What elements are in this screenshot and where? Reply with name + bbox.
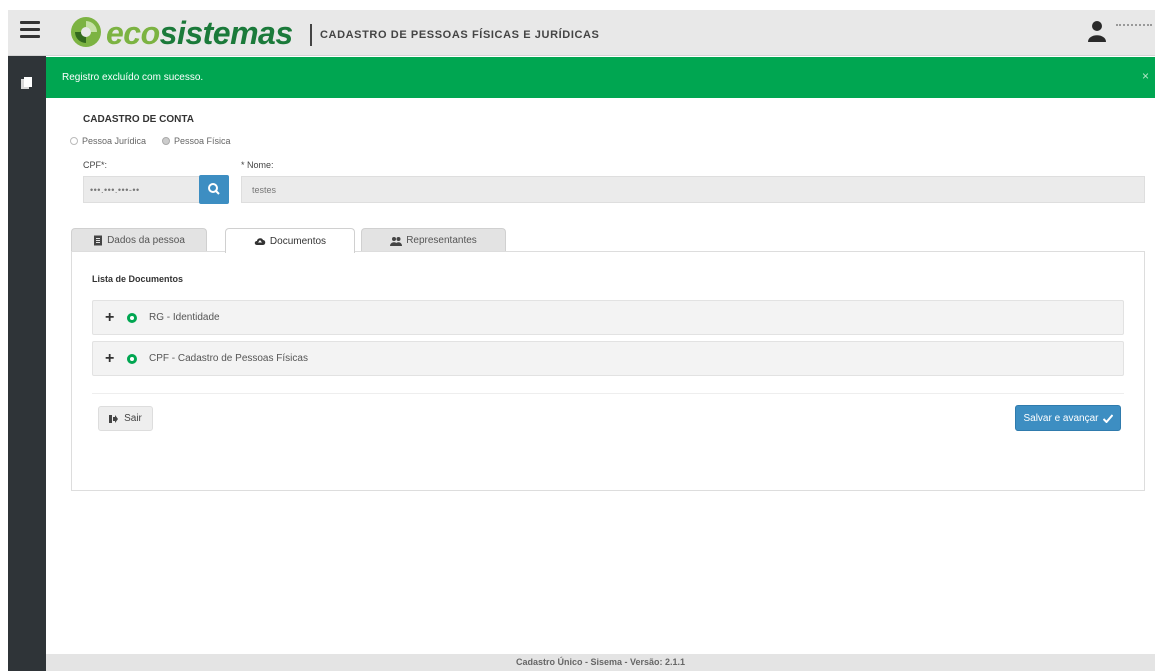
- sair-button[interactable]: Sair: [98, 406, 153, 431]
- expand-plus-icon[interactable]: +: [105, 309, 119, 325]
- alert-message: Registro excluído com sucesso.: [62, 72, 204, 83]
- check-circle-icon: [127, 312, 137, 323]
- check-circle-icon: [127, 353, 137, 364]
- brand-eco: eco: [106, 15, 160, 51]
- search-icon: [208, 183, 220, 195]
- tab-label: Representantes: [406, 235, 477, 246]
- cpf-input[interactable]: •••.•••.•••-••: [83, 176, 201, 203]
- app-window: ecosistemas CADASTRO DE PESSOAS FÍSICAS …: [8, 10, 1155, 671]
- nome-label: * Nome:: [241, 160, 274, 170]
- section-title: CADASTRO DE CONTA: [83, 114, 194, 125]
- sign-out-icon: [109, 414, 119, 423]
- tab-documentos[interactable]: Documentos: [225, 228, 355, 253]
- brand-sistemas: sistemas: [159, 15, 293, 51]
- radio-circle[interactable]: [70, 137, 78, 145]
- ecosistemas-logo-icon: [71, 17, 101, 47]
- file-icon[interactable]: [20, 76, 34, 90]
- document-item-cpf[interactable]: + CPF - Cadastro de Pessoas Físicas: [92, 341, 1124, 376]
- tab-dados-da-pessoa[interactable]: Dados da pessoa: [71, 228, 207, 252]
- document-label: CPF - Cadastro de Pessoas Físicas: [149, 353, 308, 364]
- tab-representantes[interactable]: Representantes: [361, 228, 506, 252]
- app-subtitle: CADASTRO DE PESSOAS FÍSICAS E JURÍDICAS: [320, 29, 600, 41]
- cpf-label: CPF*:: [83, 160, 108, 170]
- check-icon: [1102, 413, 1113, 423]
- nome-input[interactable]: testes: [241, 176, 1145, 203]
- sidebar: [8, 56, 46, 671]
- documents-tab-panel: Lista de Documentos + RG - Identidade + …: [71, 251, 1145, 491]
- sair-label: Sair: [124, 413, 142, 424]
- brand-separator: [310, 24, 312, 46]
- alert-close-button[interactable]: ×: [1142, 69, 1149, 83]
- salvar-label: Salvar e avançar: [1023, 412, 1099, 424]
- user-name-redacted[interactable]: [1116, 24, 1152, 32]
- documents-list-title: Lista de Documentos: [92, 274, 184, 284]
- document-icon: [94, 235, 103, 246]
- top-header: ecosistemas CADASTRO DE PESSOAS FÍSICAS …: [8, 10, 1155, 56]
- radio-label: Pessoa Jurídica: [82, 136, 147, 146]
- brand-logo-text: ecosistemas: [106, 16, 293, 50]
- radio-label: Pessoa Física: [174, 136, 231, 146]
- radio-circle-selected[interactable]: [162, 137, 170, 145]
- users-icon: [390, 236, 403, 246]
- expand-plus-icon[interactable]: +: [105, 350, 119, 366]
- tab-label: Dados da pessoa: [107, 235, 185, 246]
- cpf-search-button[interactable]: [199, 175, 229, 204]
- success-alert: Registro excluído com sucesso. ×: [46, 57, 1155, 98]
- cloud-upload-icon: [254, 237, 266, 245]
- document-item-rg[interactable]: + RG - Identidade: [92, 300, 1124, 335]
- radio-pessoa-fisica[interactable]: Pessoa Física: [162, 136, 231, 146]
- tab-label: Documentos: [269, 235, 327, 247]
- hamburger-menu-icon[interactable]: [20, 21, 40, 41]
- document-label: RG - Identidade: [149, 312, 220, 323]
- radio-pessoa-juridica[interactable]: Pessoa Jurídica: [70, 136, 146, 146]
- panel-divider: [92, 393, 1124, 394]
- footer: Cadastro Único - Sisema - Versão: 2.1.1: [46, 654, 1155, 671]
- salvar-e-avancar-button[interactable]: Salvar e avançar: [1015, 405, 1121, 431]
- user-icon[interactable]: [1088, 20, 1106, 42]
